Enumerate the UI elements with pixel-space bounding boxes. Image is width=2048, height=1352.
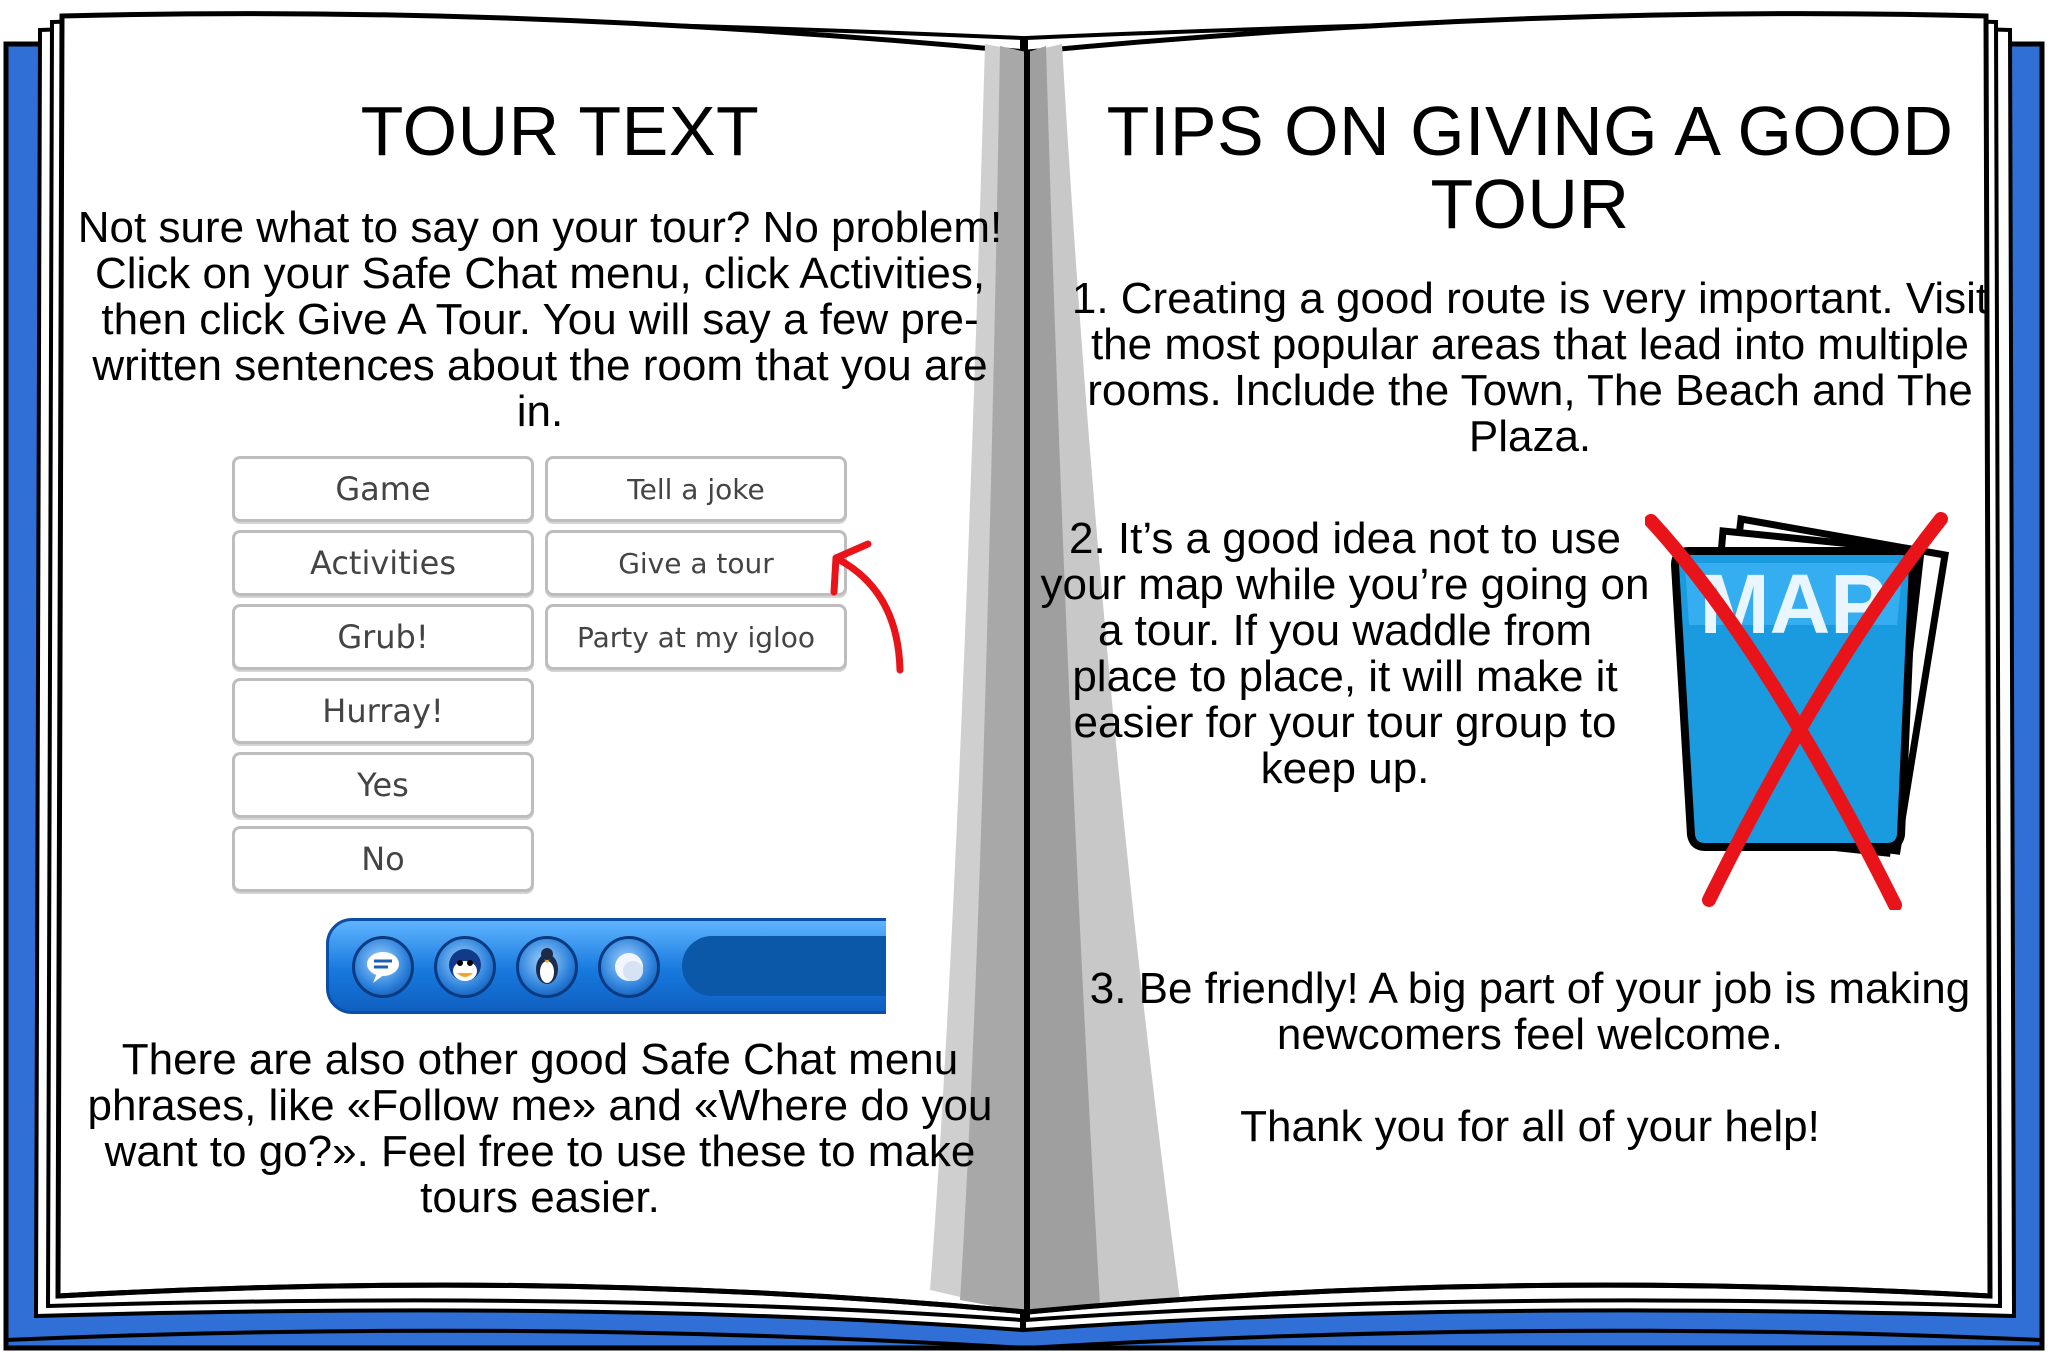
menu-item-no[interactable]: No <box>232 826 534 892</box>
chat-input-field[interactable] <box>682 936 886 996</box>
menu-item-activities[interactable]: Activities <box>232 530 534 596</box>
menu-item-game[interactable]: Game <box>232 456 534 522</box>
penguin-face-icon[interactable] <box>434 936 496 998</box>
thank-you-text: Thank you for all of your help! <box>1240 1102 1820 1151</box>
snowball-icon[interactable] <box>598 936 660 998</box>
speech-bubble-icon[interactable] <box>352 936 414 998</box>
game-toolbar <box>326 918 886 1014</box>
tip-2-text: 2. It’s a good idea not to use your map … <box>1040 514 1650 793</box>
penguin-face-glyph <box>449 949 481 981</box>
menu-item-grub[interactable]: Grub! <box>232 604 534 670</box>
speech-bubble-glyph <box>367 952 399 983</box>
menu-item-yes[interactable]: Yes <box>232 752 534 818</box>
tip-3-text: 3. Be friendly! A big part of your job i… <box>1089 964 1971 1059</box>
penguin-glyph <box>536 948 558 984</box>
left-outro-text: There are also other good Safe Chat menu… <box>87 1035 993 1222</box>
left-page-title: TOUR TEXT <box>360 92 760 170</box>
crossed-out-map-icon: MAP <box>1645 512 1950 910</box>
snowball-glyph <box>615 953 643 981</box>
tip-1-text: 1. Creating a good route is very importa… <box>1071 274 1989 461</box>
penguin-icon[interactable] <box>516 936 578 998</box>
right-page-title: TIPS ON GIVING A GOOD TOUR <box>1106 92 1954 243</box>
menu-item-hurray[interactable]: Hurray! <box>232 678 534 744</box>
submenu-item-tell-a-joke[interactable]: Tell a joke <box>545 456 847 522</box>
left-intro-text: Not sure what to say on your tour? No pr… <box>77 203 1003 436</box>
red-arrow-annotation <box>830 540 904 674</box>
